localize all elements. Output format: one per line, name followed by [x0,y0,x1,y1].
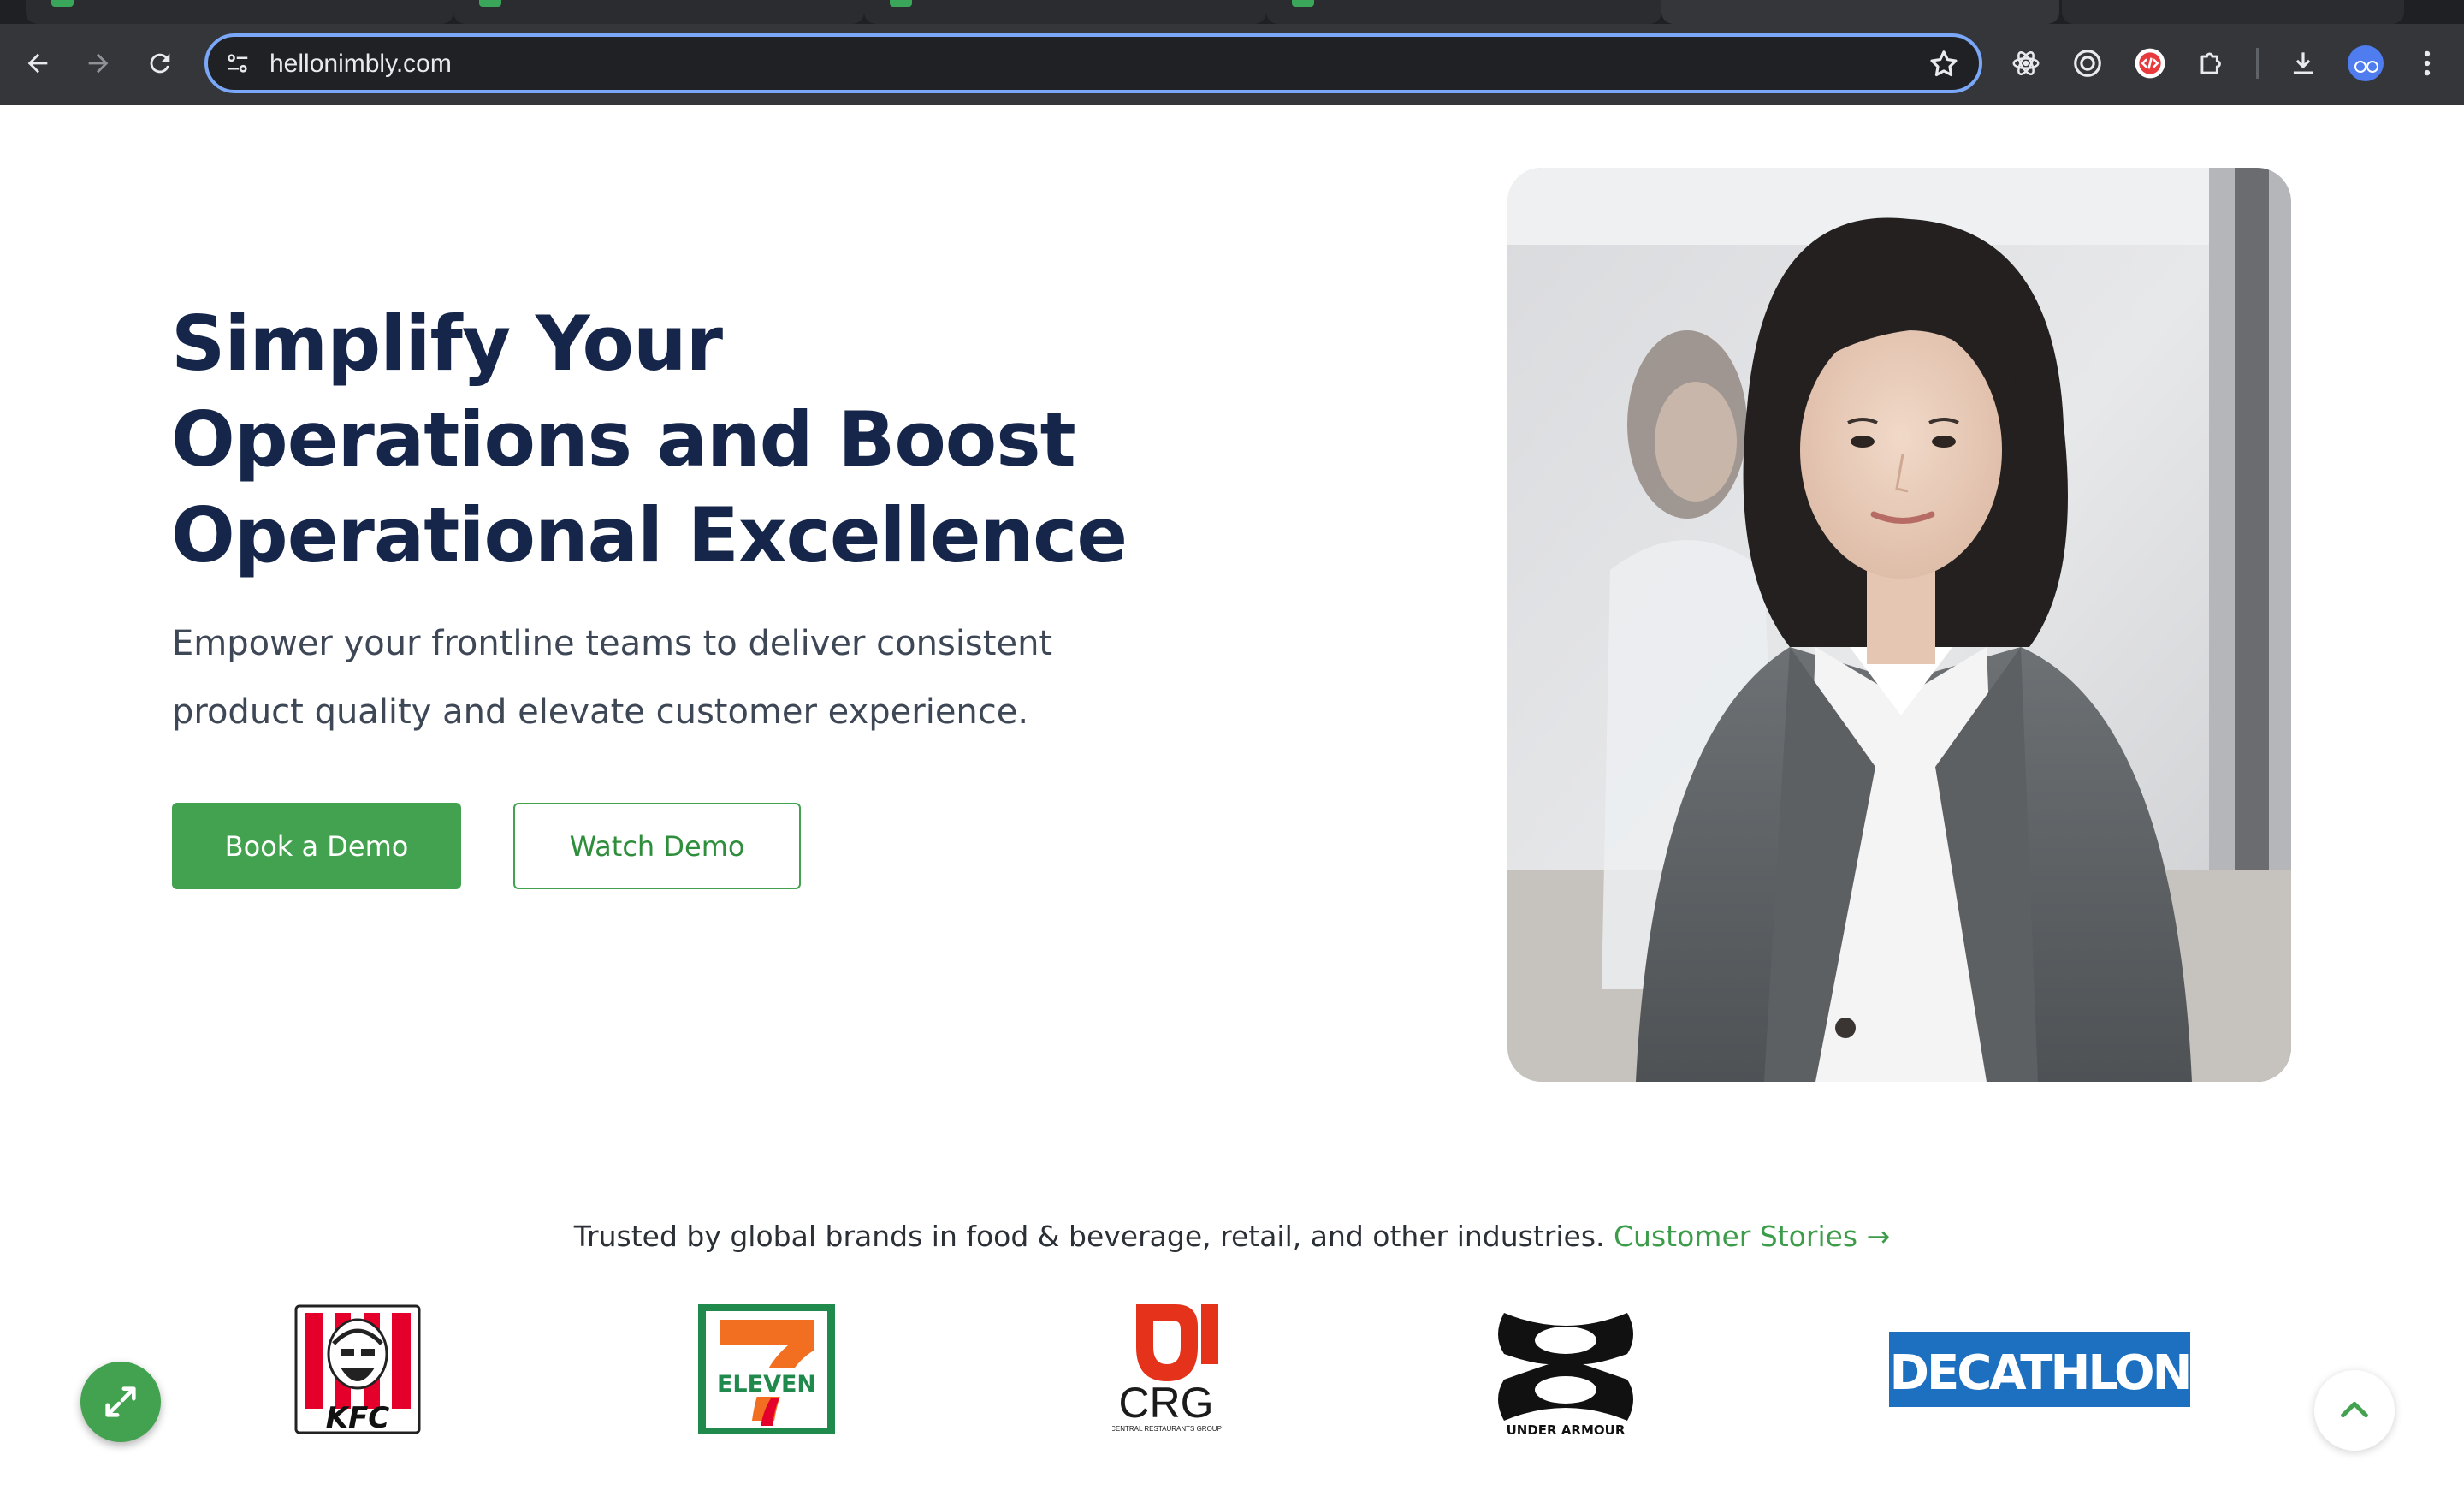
seven-eleven-logo: ELEVEN [696,1301,838,1438]
tab-strip [0,0,2464,24]
chevron-up-icon [2341,1401,2368,1418]
trusted-by-text: Trusted by global brands in food & bever… [0,1215,2464,1258]
tune-icon[interactable] [225,50,251,76]
target-icon [2074,50,2101,77]
tab-favicon-icon [890,0,912,7]
active-tab[interactable] [1661,0,2059,24]
forward-button[interactable] [78,43,119,84]
trusted-by-label: Trusted by global brands in food & bever… [573,1220,1605,1253]
arrow-left-icon [27,53,48,74]
browser-tab[interactable] [2062,0,2404,24]
reload-icon [150,53,170,74]
kebab-menu-icon [2424,50,2431,76]
profile-avatar[interactable] [2348,45,2384,81]
decathlon-wordmark: DECATHLON [1889,1345,2189,1401]
back-button[interactable] [17,43,58,84]
puzzle-icon [2200,52,2221,74]
code-extension-button[interactable] [2131,45,2169,82]
under-armour-logo: UNDER ARMOUR [1487,1301,1644,1438]
react-devtools-button[interactable] [2007,45,2045,82]
url-text[interactable]: hellonimbly.com [270,47,452,81]
tab-favicon-icon [1292,0,1314,7]
book-demo-button[interactable]: Book a Demo [172,803,461,889]
extensions-button[interactable] [2193,45,2230,82]
hero-title: Simplify Your Operations and Boost Opera… [171,300,1128,579]
scroll-to-top-button[interactable] [2314,1370,2395,1451]
browser-tab[interactable] [864,0,1266,24]
under-armour-wordmark: UNDER ARMOUR [1507,1422,1626,1438]
crg-tagline: CENTRAL RESTAURANTS GROUP [1112,1425,1222,1433]
expand-arrows-icon [105,1386,136,1417]
browser-tab[interactable] [26,0,453,24]
arrow-right-icon [88,53,109,74]
browser-tab[interactable] [1266,0,1661,24]
decathlon-logo: DECATHLON [1889,1301,2190,1438]
download-icon [2293,52,2313,74]
tab-favicon-icon [51,0,74,7]
seven-eleven-wordmark: ELEVEN [717,1371,816,1398]
target-extension-button[interactable] [2069,45,2106,82]
customer-stories-link[interactable]: Customer Stories → [1614,1220,1890,1253]
chrome-menu-button[interactable] [2408,45,2446,82]
toolbar-separator [2256,48,2259,79]
expand-widget-button[interactable] [80,1362,161,1442]
hero-photo [1507,168,2291,1082]
tab-favicon-icon [479,0,501,7]
hero-subtitle: Empower your frontline teams to deliver … [172,624,1053,732]
react-devtools-icon [2012,51,2040,75]
kfc-logo: KFC [289,1301,426,1438]
reload-button[interactable] [139,43,181,84]
downloads-button[interactable] [2284,45,2322,82]
crg-wordmark: CRG [1118,1379,1213,1427]
address-bar[interactable]: hellonimbly.com [204,33,1982,93]
watch-demo-button[interactable]: Watch Demo [513,803,801,889]
kfc-wordmark: KFC [326,1401,390,1435]
code-icon [2135,48,2165,79]
star-icon[interactable] [1928,48,1960,80]
browser-tab[interactable] [453,0,864,24]
crg-logo: CRG CENTRAL RESTAURANTS GROUP [1112,1301,1223,1438]
